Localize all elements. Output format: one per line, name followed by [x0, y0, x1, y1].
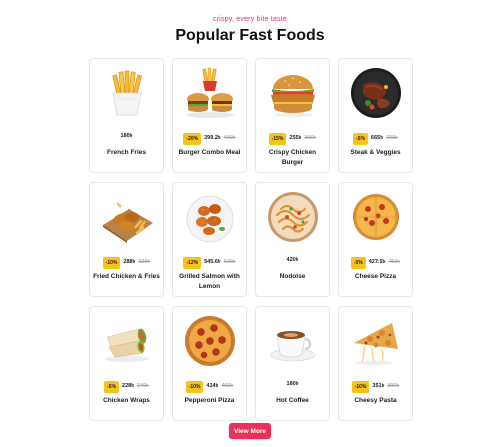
section-header: crispy, every bite taste Popular Fast Fo…	[0, 0, 500, 45]
old-price: 499৳	[223, 135, 236, 141]
product-name[interactable]: Fried Chicken & Fries	[93, 272, 160, 282]
product-card[interactable]: -5% 427.5৳ 450৳ Cheese Pizza	[338, 182, 413, 297]
product-price: 420৳	[286, 257, 299, 263]
discount-badge: -5%	[350, 257, 366, 269]
product-card[interactable]: -10% 414৳ 460৳ Pepperoni Pizza	[172, 306, 247, 421]
price-row: -5% 427.5৳ 450৳	[339, 257, 412, 269]
product-name[interactable]: French Fries	[93, 148, 160, 158]
discount-badge: -15%	[268, 133, 287, 145]
wraps-image[interactable]	[99, 313, 155, 369]
product-grid: 180৳ French Fries -20% 399.2৳ 499৳ Burge…	[89, 58, 413, 421]
product-card[interactable]: -20% 399.2৳ 499৳ Burger Combo Meal	[172, 58, 247, 173]
product-card[interactable]: -5% 665৳ 700৳ Steak & Veggies	[338, 58, 413, 173]
discount-badge: -12%	[183, 257, 202, 269]
grilled-wings-image[interactable]	[182, 189, 238, 245]
product-price: 545.6৳	[204, 259, 221, 265]
price-row: -5% 228৳ 240৳	[90, 381, 163, 393]
product-price: 255৳	[289, 135, 302, 141]
product-price: 180৳	[286, 381, 299, 387]
discount-badge: -10%	[351, 381, 370, 393]
old-price: 620৳	[223, 259, 236, 265]
product-card[interactable]: -15% 255৳ 300৳ Crispy Chicken Burger	[255, 58, 330, 173]
old-price: 300৳	[304, 135, 317, 141]
view-more-button[interactable]: View More	[229, 423, 271, 439]
product-price: 351৳	[372, 383, 385, 389]
product-name[interactable]: Pepperoni Pizza	[176, 396, 243, 406]
product-name[interactable]: Steak & Veggies	[342, 148, 409, 158]
price-row: -10% 414৳ 460৳	[173, 381, 246, 393]
old-price: 460৳	[221, 383, 234, 389]
steak-image[interactable]	[348, 65, 404, 121]
fries-image[interactable]	[99, 65, 155, 121]
product-price: 228৳	[122, 383, 134, 389]
product-card[interactable]: 180৳ French Fries	[89, 58, 164, 173]
pasta-image[interactable]	[348, 313, 404, 369]
product-price: 665৳	[371, 135, 383, 141]
price-row: -5% 665৳ 700৳	[339, 133, 412, 145]
product-name[interactable]: Burger Combo Meal	[176, 148, 243, 158]
pizza-image[interactable]	[348, 189, 404, 245]
product-card[interactable]: 180৳ Hot Coffee	[255, 306, 330, 421]
product-name[interactable]: Cheesy Pasta	[342, 396, 409, 406]
product-price: 288৳	[123, 259, 136, 265]
price-row: -10% 351৳ 390৳	[339, 381, 412, 393]
discount-badge: -20%	[183, 133, 202, 145]
product-name[interactable]: Chicken Wraps	[93, 396, 160, 406]
discount-badge: -5%	[104, 381, 120, 393]
product-price: 414৳	[206, 383, 219, 389]
fried-chicken-image[interactable]	[99, 189, 155, 245]
price-row: 180৳	[256, 381, 329, 389]
price-row: -10% 288৳ 320৳	[90, 257, 163, 269]
product-name[interactable]: Hot Coffee	[259, 396, 326, 406]
discount-badge: -5%	[353, 133, 369, 145]
old-price: 240৳	[136, 383, 149, 389]
old-price: 320৳	[138, 259, 151, 265]
product-name[interactable]: Nodolse	[259, 272, 326, 282]
product-card[interactable]: -5% 228৳ 240৳ Chicken Wraps	[89, 306, 164, 421]
product-name[interactable]: Crispy Chicken Burger	[259, 148, 326, 168]
product-name[interactable]: Grilled Salmon with Lemon	[176, 272, 243, 292]
product-price: 180৳	[120, 133, 133, 139]
price-row: -20% 399.2৳ 499৳	[173, 133, 246, 145]
old-price: 450৳	[388, 259, 401, 265]
noodles-image[interactable]	[265, 189, 321, 245]
price-row: -12% 545.6৳ 620৳	[173, 257, 246, 269]
pepperoni-image[interactable]	[182, 313, 238, 369]
product-price: 399.2৳	[204, 135, 221, 141]
product-card[interactable]: 420৳ Nodolse	[255, 182, 330, 297]
product-name[interactable]: Cheese Pizza	[342, 272, 409, 282]
price-row: 180৳	[90, 133, 163, 141]
section-tagline: crispy, every bite taste	[213, 16, 287, 23]
product-price: 427.5৳	[368, 259, 386, 265]
chicken-burger-image[interactable]	[265, 65, 321, 121]
product-card[interactable]: -10% 288৳ 320৳ Fried Chicken & Fries	[89, 182, 164, 297]
price-row: 420৳	[256, 257, 329, 265]
coffee-image[interactable]	[265, 313, 321, 369]
old-price: 700৳	[385, 135, 398, 141]
discount-badge: -10%	[185, 381, 204, 393]
price-row: -15% 255৳ 300৳	[256, 133, 329, 145]
burger-combo-image[interactable]	[182, 65, 238, 121]
product-card[interactable]: -12% 545.6৳ 620৳ Grilled Salmon with Lem…	[172, 182, 247, 297]
discount-badge: -10%	[102, 257, 121, 269]
old-price: 390৳	[387, 383, 400, 389]
product-card[interactable]: -10% 351৳ 390৳ Cheesy Pasta	[338, 306, 413, 421]
section-title: Popular Fast Foods	[175, 27, 325, 44]
